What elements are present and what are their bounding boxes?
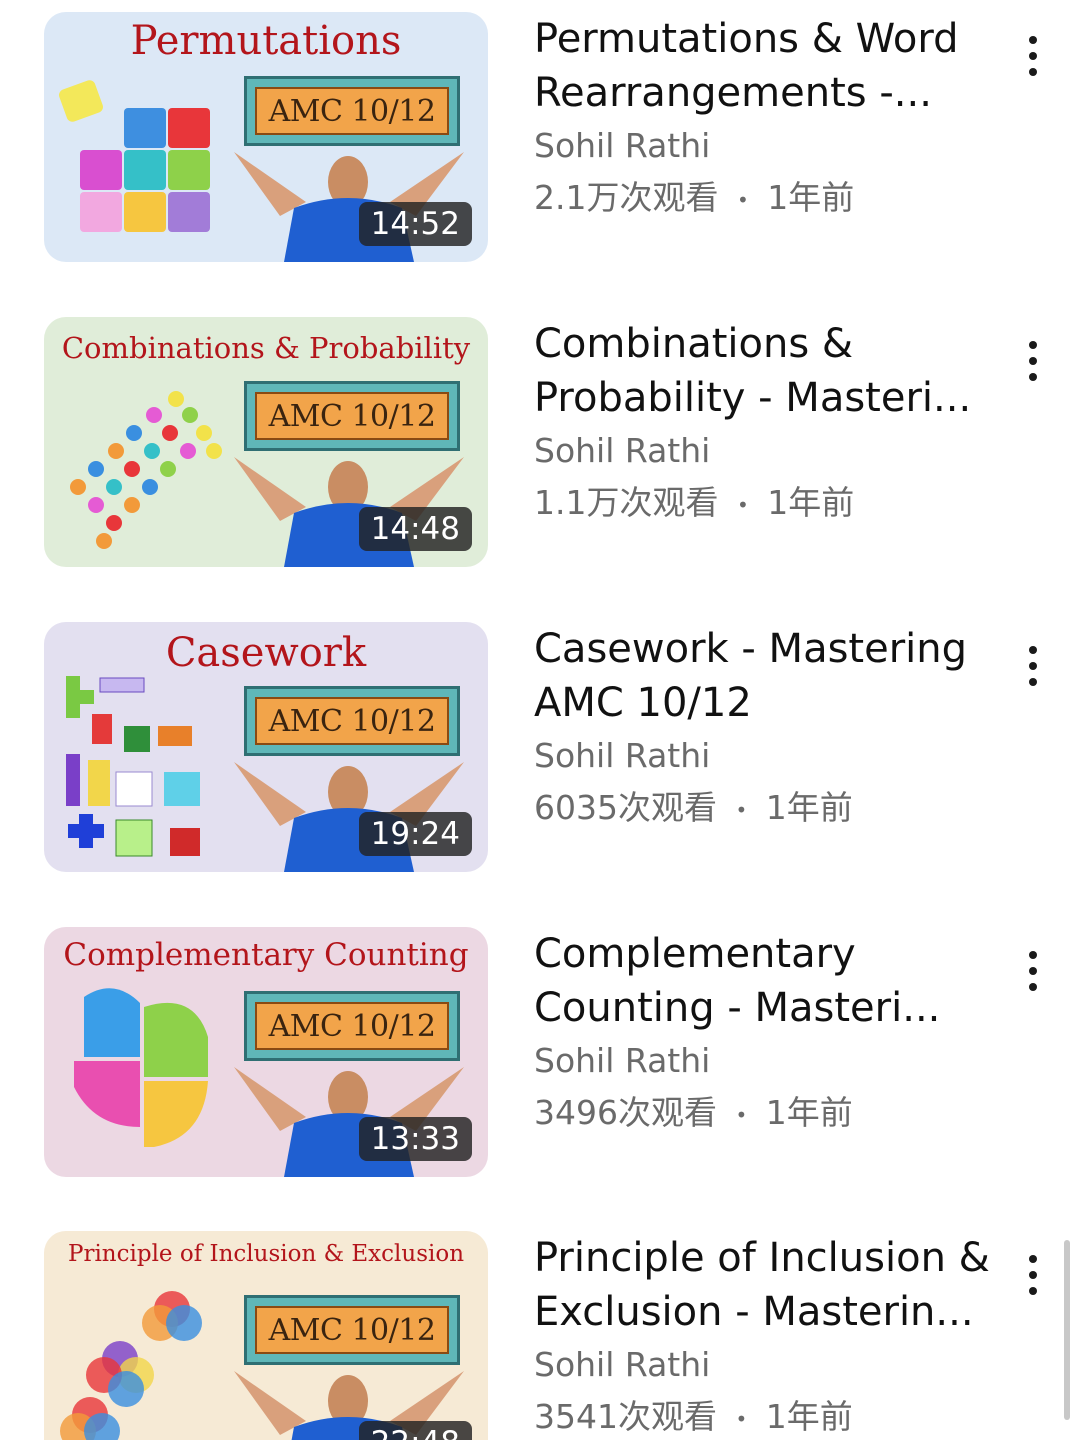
channel-name[interactable]: Sohil Rathi — [534, 730, 1004, 782]
channel-name[interactable]: Sohil Rathi — [534, 120, 1004, 172]
more-vertical-icon-dot — [1029, 662, 1037, 670]
video-thumbnail[interactable]: Permutations AMC 10/12 14:52 — [44, 12, 488, 262]
more-vertical-icon-dot — [1029, 678, 1037, 686]
more-options-button[interactable] — [1014, 32, 1052, 80]
video-item[interactable]: Casework AMC 10/12 19:24 Casework - Mast… — [0, 622, 1080, 882]
video-title[interactable]: Complementary Counting - Masteri... — [534, 927, 1004, 1035]
view-count: 3541次观看 — [534, 1397, 717, 1436]
more-vertical-icon-dot — [1029, 967, 1037, 975]
channel-name[interactable]: Sohil Rathi — [534, 1035, 1004, 1087]
video-item[interactable]: Complementary Counting AMC 10/12 13:33 C… — [0, 927, 1080, 1187]
upload-age: 1年前 — [765, 1093, 853, 1132]
video-feed: Permutations AMC 10/12 14:52 Permutation… — [0, 0, 1080, 1440]
upload-age: 1年前 — [765, 788, 853, 827]
more-vertical-icon — [1029, 36, 1037, 44]
more-vertical-icon-dot — [1029, 1271, 1037, 1279]
meta-separator: • — [736, 187, 749, 212]
presenter-figure — [234, 1371, 464, 1440]
video-title[interactable]: Principle of Inclusion & Exclusion - Mas… — [534, 1231, 1004, 1339]
upload-age: 1年前 — [767, 178, 855, 217]
more-options-button[interactable] — [1014, 337, 1052, 385]
video-meta: 1.1万次观看 • 1年前 — [534, 477, 1004, 531]
video-thumbnail[interactable]: Casework AMC 10/12 19:24 — [44, 622, 488, 872]
channel-name[interactable]: Sohil Rathi — [534, 1339, 1004, 1391]
more-vertical-icon — [1029, 1255, 1037, 1263]
view-count: 3496次观看 — [534, 1093, 717, 1132]
meta-separator: • — [735, 1406, 748, 1431]
video-thumbnail[interactable]: Principle of Inclusion & Exclusion AMC 1… — [44, 1231, 488, 1440]
upload-age: 1年前 — [765, 1397, 853, 1436]
video-info[interactable]: Principle of Inclusion & Exclusion - Mas… — [534, 1231, 1004, 1440]
video-title[interactable]: Combinations & Probability - Masteri... — [534, 317, 1004, 425]
video-title[interactable]: Casework - Mastering AMC 10/12 — [534, 622, 1004, 730]
video-info[interactable]: Complementary Counting - Masteri... Sohi… — [534, 927, 1004, 1141]
video-meta: 3496次观看 • 1年前 — [534, 1087, 1004, 1141]
video-duration: 22:48 — [358, 1421, 472, 1440]
video-title[interactable]: Permutations & Word Rearrangements -... — [534, 12, 1004, 120]
video-item[interactable]: Permutations AMC 10/12 14:52 Permutation… — [0, 12, 1080, 272]
video-item[interactable]: Principle of Inclusion & Exclusion AMC 1… — [0, 1231, 1080, 1440]
more-vertical-icon — [1029, 646, 1037, 654]
video-thumbnail[interactable]: Combinations & Probability AMC 10/12 14:… — [44, 317, 488, 567]
meta-separator: • — [736, 492, 749, 517]
view-count: 1.1万次观看 — [534, 483, 719, 522]
upload-age: 1年前 — [767, 483, 855, 522]
more-vertical-icon-dot — [1029, 1287, 1037, 1295]
more-options-button[interactable] — [1014, 947, 1052, 995]
video-duration: 19:24 — [358, 812, 472, 856]
more-options-button[interactable] — [1014, 1251, 1052, 1299]
video-meta: 6035次观看 • 1年前 — [534, 782, 1004, 836]
more-vertical-icon — [1029, 341, 1037, 349]
video-duration: 14:52 — [358, 202, 472, 246]
video-meta: 2.1万次观看 • 1年前 — [534, 172, 1004, 226]
view-count: 2.1万次观看 — [534, 178, 719, 217]
video-info[interactable]: Permutations & Word Rearrangements -... … — [534, 12, 1004, 226]
video-info[interactable]: Casework - Mastering AMC 10/12 Sohil Rat… — [534, 622, 1004, 836]
video-info[interactable]: Combinations & Probability - Masteri... … — [534, 317, 1004, 531]
meta-separator: • — [735, 1102, 748, 1127]
more-vertical-icon-dot — [1029, 52, 1037, 60]
more-vertical-icon-dot — [1029, 357, 1037, 365]
channel-name[interactable]: Sohil Rathi — [534, 425, 1004, 477]
more-vertical-icon-dot — [1029, 68, 1037, 76]
more-vertical-icon — [1029, 951, 1037, 959]
video-meta: 3541次观看 • 1年前 — [534, 1391, 1004, 1440]
video-duration: 13:33 — [358, 1117, 472, 1161]
more-options-button[interactable] — [1014, 642, 1052, 690]
video-item[interactable]: Combinations & Probability AMC 10/12 14:… — [0, 317, 1080, 577]
view-count: 6035次观看 — [534, 788, 717, 827]
scrollbar[interactable] — [1064, 1240, 1070, 1420]
video-thumbnail[interactable]: Complementary Counting AMC 10/12 13:33 — [44, 927, 488, 1177]
more-vertical-icon-dot — [1029, 373, 1037, 381]
video-duration: 14:48 — [358, 507, 472, 551]
more-vertical-icon-dot — [1029, 983, 1037, 991]
meta-separator: • — [735, 797, 748, 822]
